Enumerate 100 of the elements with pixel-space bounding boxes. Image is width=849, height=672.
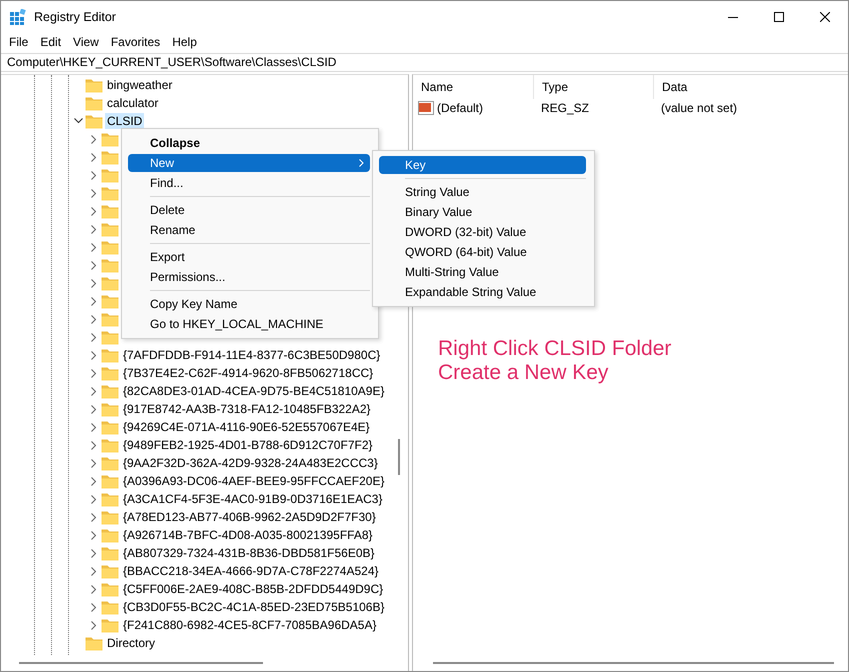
chevron-right-icon[interactable]: [91, 260, 97, 270]
menu-item[interactable]: QWORD (64-bit) Value: [379, 243, 586, 261]
tree-item[interactable]: CLSID: [105, 113, 144, 129]
menu-item[interactable]: Find...: [128, 174, 370, 192]
chevron-right-icon[interactable]: [91, 170, 97, 180]
menu-item[interactable]: Collapse: [128, 134, 370, 152]
tree-item[interactable]: bingweather: [105, 77, 174, 93]
menu-item[interactable]: Help: [166, 35, 203, 49]
chevron-right-icon[interactable]: [91, 386, 97, 396]
value-type: REG_SZ: [540, 101, 590, 115]
scrollbar-thumb[interactable]: [433, 662, 834, 664]
chevron-right-icon[interactable]: [91, 512, 97, 522]
folder-icon: [101, 276, 119, 290]
tree-item[interactable]: {94269C4E-071A-4116-90E6-52E557067E4E}: [121, 419, 372, 435]
chevron-right-icon: [359, 159, 364, 167]
tree-item[interactable]: {7AFDFDDB-F914-11E4-8377-6C3BE50D980C}: [121, 347, 382, 363]
chevron-right-icon[interactable]: [91, 314, 97, 324]
column-header[interactable]: Data: [653, 75, 848, 99]
column-header[interactable]: Name: [413, 75, 533, 99]
maximize-icon[interactable]: [774, 12, 784, 22]
chevron-down-icon[interactable]: [74, 118, 82, 124]
tree-item[interactable]: {917E8742-AA3B-7318-FA12-10485FB322A2}: [121, 401, 373, 417]
menu-item[interactable]: Export: [128, 248, 370, 266]
menu-item[interactable]: Edit: [34, 35, 68, 49]
chevron-right-icon[interactable]: [91, 206, 97, 216]
menu-item[interactable]: Binary Value: [379, 203, 586, 221]
menu-item[interactable]: View: [67, 35, 105, 49]
folder-icon: [85, 636, 103, 650]
folder-icon: [101, 294, 119, 308]
scrollbar-thumb[interactable]: [19, 662, 263, 664]
annotation-text: Create a New Key: [438, 361, 610, 385]
folder-icon: [101, 186, 119, 200]
chevron-right-icon[interactable]: [91, 224, 97, 234]
chevron-right-icon[interactable]: [91, 584, 97, 594]
chevron-right-icon[interactable]: [91, 476, 97, 486]
menu-item[interactable]: Favorites: [104, 35, 166, 49]
close-icon[interactable]: [820, 12, 830, 22]
menu-item[interactable]: Copy Key Name: [128, 295, 370, 313]
chevron-right-icon[interactable]: [91, 242, 97, 252]
column-header[interactable]: Type: [533, 75, 653, 99]
folder-icon: [101, 366, 119, 380]
chevron-right-icon[interactable]: [91, 368, 97, 378]
chevron-right-icon[interactable]: [91, 602, 97, 612]
folder-icon: [101, 600, 119, 614]
menu-item[interactable]: Delete: [128, 201, 370, 219]
menu-item[interactable]: Rename: [128, 221, 370, 239]
tree-item[interactable]: {82CA8DE3-01AD-4CEA-9D75-BE4C51810A9E}: [121, 383, 386, 399]
tree-item[interactable]: Directory: [105, 635, 158, 651]
scrollbar-thumb[interactable]: [398, 439, 400, 475]
menu-item[interactable]: Key: [379, 156, 586, 174]
chevron-right-icon[interactable]: [91, 404, 97, 414]
chevron-right-icon[interactable]: [91, 296, 97, 306]
menu-item[interactable]: New: [128, 154, 370, 172]
tree-item[interactable]: {BBACC218-34EA-4666-9D7A-C78F2274A524}: [121, 563, 380, 579]
address-field[interactable]: Computer\HKEY_CURRENT_USER\Software\Classes\CLSID: [1, 53, 848, 72]
chevron-right-icon[interactable]: [91, 350, 97, 360]
menu-item[interactable]: Expandable String Value: [379, 283, 586, 301]
menu-item[interactable]: DWORD (32-bit) Value: [379, 223, 586, 241]
tree-item[interactable]: {9489FEB2-1925-4D01-B788-6D912C70F7F2}: [121, 437, 374, 453]
chevron-right-icon[interactable]: [91, 188, 97, 198]
chevron-right-icon[interactable]: [91, 278, 97, 288]
chevron-right-icon[interactable]: [91, 458, 97, 468]
folder-icon: [101, 438, 119, 452]
menu-item[interactable]: File: [3, 35, 34, 49]
menu-item[interactable]: String Value: [379, 183, 586, 201]
chevron-right-icon[interactable]: [91, 152, 97, 162]
tree-item[interactable]: {A3CA1CF4-5F3E-4AC0-91B9-0D3716E1EAC3}: [121, 491, 384, 507]
tree-item[interactable]: {A78ED123-AB77-406B-9962-2A5D9D2F7F30}: [121, 509, 378, 525]
menu-item[interactable]: Go to HKEY_LOCAL_MACHINE: [128, 315, 370, 333]
menu-item[interactable]: Permissions...: [128, 268, 370, 286]
folder-icon: [101, 348, 119, 362]
tree-item[interactable]: {C5FF006E-2AE9-408C-B85B-2DFDD5449D9C}: [121, 581, 386, 597]
chevron-right-icon[interactable]: [91, 332, 97, 342]
folder-icon: [85, 96, 103, 110]
tree-item[interactable]: {AB807329-7324-431B-8B36-DBD581F56E0B}: [121, 545, 377, 561]
folder-icon: [85, 78, 103, 92]
value-name[interactable]: (Default): [437, 101, 484, 115]
tree-item[interactable]: calculator: [105, 95, 160, 111]
folder-icon: [101, 510, 119, 524]
tree-item[interactable]: {7B37E4E2-C62F-4914-9620-8FB5062718CC}: [121, 365, 376, 381]
window-title: Registry Editor: [34, 10, 116, 24]
value-data: (value not set): [660, 101, 738, 115]
tree-item[interactable]: {A0396A93-DC06-4AEF-BEE9-95FFCCAEF20E}: [121, 473, 386, 489]
chevron-right-icon[interactable]: [91, 494, 97, 504]
tree-item[interactable]: {F241C880-6982-4CE5-8CF7-7085BA96DA5A}: [121, 617, 378, 633]
tree-item[interactable]: {9AA2F32D-362A-42D9-9328-24A483E2CCC3}: [121, 455, 380, 471]
chevron-right-icon[interactable]: [91, 566, 97, 576]
chevron-right-icon[interactable]: [91, 620, 97, 630]
folder-icon: [101, 312, 119, 326]
folder-icon: [85, 114, 103, 128]
chevron-right-icon[interactable]: [91, 548, 97, 558]
chevron-right-icon[interactable]: [91, 422, 97, 432]
chevron-right-icon[interactable]: [91, 530, 97, 540]
chevron-right-icon[interactable]: [91, 134, 97, 144]
app-icon: [10, 9, 26, 25]
chevron-right-icon[interactable]: [91, 440, 97, 450]
menu-item[interactable]: Multi-String Value: [379, 263, 586, 281]
folder-icon: [101, 222, 119, 236]
tree-item[interactable]: {CB3D0F55-BC2C-4C1A-85ED-23ED75B5106B}: [121, 599, 386, 615]
tree-item[interactable]: {A926714B-7BFC-4D08-A035-80021395FFA8}: [121, 527, 375, 543]
